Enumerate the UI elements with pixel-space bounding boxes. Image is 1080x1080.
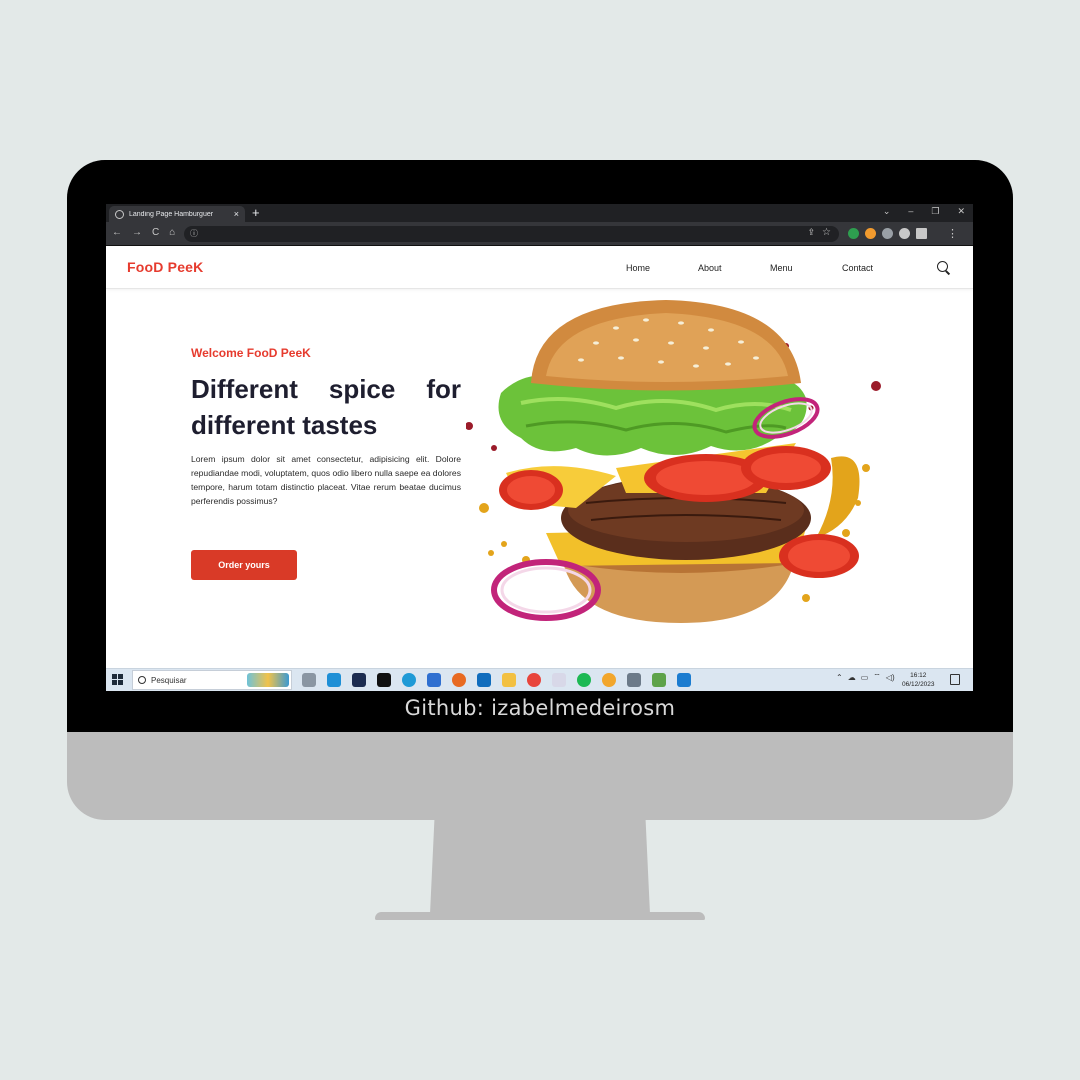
new-tab-button[interactable]: + — [252, 205, 260, 220]
forward-button[interactable]: → — [132, 227, 142, 238]
burger-image — [466, 300, 881, 623]
app-icon[interactable] — [327, 673, 341, 687]
github-caption: Github: izabelmedeirosm — [404, 696, 676, 720]
tab-close-icon[interactable]: × — [234, 209, 239, 219]
clock-date: 06/12/2023 — [902, 681, 935, 688]
tab-title: Landing Page Hamburguer — [129, 210, 214, 218]
task-view-icon[interactable] — [302, 673, 316, 687]
notification-icon[interactable] — [950, 674, 960, 685]
taskbar-apps — [302, 673, 691, 687]
paint-icon[interactable] — [552, 673, 566, 687]
taskbar-search-placeholder: Pesquisar — [151, 675, 187, 685]
nav-link-contact[interactable]: Contact — [842, 263, 914, 273]
search-icon — [138, 676, 146, 684]
calculator-icon[interactable] — [627, 673, 641, 687]
hero-description: Lorem ipsum dolor sit amet consectetur, … — [191, 454, 461, 506]
windows-taskbar: Pesquisar ⌃ ☁ ▭ ⌔ ◁) 16:12 06/12/2023 — [106, 668, 973, 691]
battery-icon[interactable]: ▭ — [861, 673, 869, 682]
system-tray: ⌃ ☁ ▭ ⌔ ◁) — [836, 672, 895, 682]
extension-icon[interactable] — [865, 228, 876, 239]
web-page: FooD PeeK Home About Menu Contact Welcom… — [106, 246, 973, 668]
firefox-icon[interactable] — [452, 673, 466, 687]
order-yours-button[interactable]: Order yours — [191, 550, 297, 580]
nav-link-about[interactable]: About — [698, 263, 770, 273]
hero-welcome: Welcome FooD PeeK — [191, 346, 311, 360]
extension-icon[interactable] — [848, 228, 859, 239]
pen-extension-icon[interactable] — [882, 228, 893, 239]
address-bar[interactable]: ⓘ ⇪ ☆ — [184, 226, 839, 242]
chrome-canary-icon[interactable] — [602, 673, 616, 687]
site-navbar: FooD PeeK Home About Menu Contact — [106, 246, 973, 289]
home-button[interactable]: ⌂ — [169, 227, 175, 238]
netflix-icon[interactable] — [377, 673, 391, 687]
file-explorer-icon[interactable] — [502, 673, 516, 687]
search-icon[interactable] — [937, 261, 948, 272]
windows-start-icon[interactable] — [112, 674, 123, 685]
window-controls: ⌄ – ❐ ✕ — [883, 206, 965, 217]
volume-icon[interactable]: ◁) — [886, 673, 895, 682]
back-button[interactable]: ← — [112, 227, 122, 238]
app-icon[interactable] — [427, 673, 441, 687]
monitor-stand-foot — [375, 912, 705, 920]
restore-button[interactable]: ❐ — [931, 206, 939, 217]
extensions-area: ⋮ — [848, 227, 958, 240]
monitor-stand-neck — [430, 820, 650, 914]
chrome-icon[interactable] — [527, 673, 541, 687]
screen: Landing Page Hamburguer × + ⌄ – ❐ ✕ ← → … — [106, 204, 973, 691]
network-icon[interactable]: ⌔ — [873, 672, 881, 682]
browser-tab[interactable]: Landing Page Hamburguer × — [109, 206, 245, 222]
share-icon[interactable]: ⇪ — [807, 227, 815, 238]
minimize-button[interactable]: – — [908, 206, 913, 217]
taskbar-clock[interactable]: 16:12 06/12/2023 — [902, 671, 935, 689]
globe-icon — [115, 209, 124, 219]
browser-toolbar: ← → C ⌂ ⓘ ⇪ ☆ ⋮ — [106, 222, 973, 246]
cloud-icon[interactable]: ☁ — [848, 673, 856, 682]
nav-links: Home About Menu Contact — [626, 263, 914, 273]
nodejs-icon[interactable] — [652, 673, 666, 687]
outlook-icon[interactable] — [477, 673, 491, 687]
puzzle-extensions-icon[interactable] — [899, 228, 910, 239]
taskbar-search-box[interactable]: Pesquisar — [132, 670, 292, 690]
chevron-up-icon[interactable]: ⌃ — [836, 673, 843, 682]
edge-icon[interactable] — [402, 673, 416, 687]
search-highlight-image — [247, 673, 289, 687]
bookmark-star-icon[interactable]: ☆ — [822, 227, 831, 238]
browser-tab-bar: Landing Page Hamburguer × + ⌄ – ❐ ✕ — [106, 204, 973, 222]
hero-headline: Different spice for different tastes — [191, 374, 461, 440]
nav-link-home[interactable]: Home — [626, 263, 698, 273]
close-window-button[interactable]: ✕ — [957, 206, 965, 217]
spotify-icon[interactable] — [577, 673, 591, 687]
site-logo[interactable]: FooD PeeK — [127, 259, 203, 275]
browser-nav-buttons: ← → C ⌂ — [112, 227, 175, 238]
tab-search-icon[interactable]: ⌄ — [883, 206, 891, 217]
vscode-icon[interactable] — [677, 673, 691, 687]
info-icon[interactable]: ⓘ — [190, 228, 198, 239]
nav-link-menu[interactable]: Menu — [770, 263, 842, 273]
app-icon[interactable] — [352, 673, 366, 687]
clock-time: 16:12 — [910, 672, 927, 679]
kebab-menu-icon[interactable]: ⋮ — [947, 227, 958, 240]
reload-button[interactable]: C — [152, 227, 159, 238]
side-panel-icon[interactable] — [916, 228, 927, 239]
